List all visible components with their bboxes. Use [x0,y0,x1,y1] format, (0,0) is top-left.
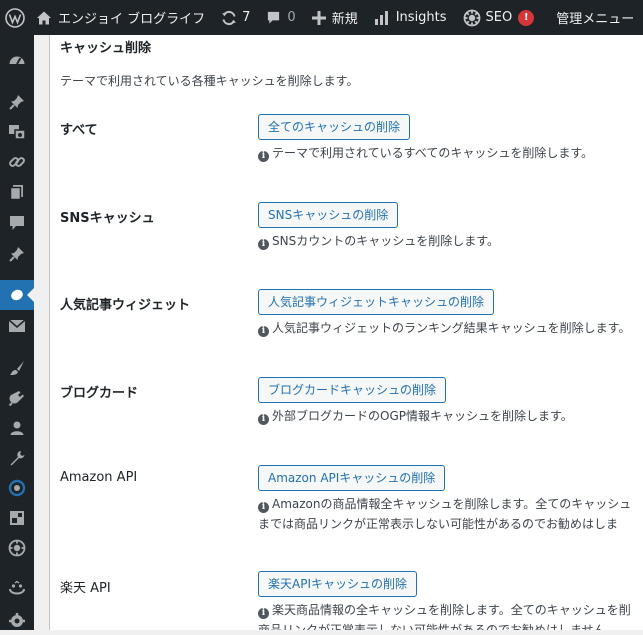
tools-icon[interactable] [0,443,34,473]
row-label-rakuten-api: 楽天 API [60,581,111,596]
note-rakuten-api-line1: 楽天商品情報の全キャッシュを削除します。全てのキャッシュを削 [272,603,631,617]
comments-icon[interactable] [0,208,34,238]
row-label-amazon-api: Amazon API [60,470,138,485]
seo-icon[interactable] [0,533,34,563]
delete-amazon-api-cache-button[interactable]: Amazon APIキャッシュの削除 [258,465,446,491]
plugins-icon[interactable] [0,383,34,413]
links-icon[interactable] [0,147,34,177]
updates-link[interactable]: 7 [215,0,256,35]
note-blogcard: i 外部ブログカードのOGP情報キャッシュを削除します。 [258,406,573,426]
dashboard-icon[interactable] [0,46,34,76]
insights-link[interactable]: Insights [368,0,453,35]
pages-icon[interactable] [0,177,34,207]
note-popular-widget-text: 人気記事ウィジェットのランキング結果キャッシュを削除します。 [272,321,631,335]
bar-chart-icon [374,10,390,26]
note-rakuten-api-line2: 商品リンクが正常表示しない可能性があるのでお勧めはしません。 [258,623,618,630]
cache-settings-panel: キャッシュ削除 テーマで利用されている各種キャッシュを削除します。 すべて 全て… [49,35,643,630]
note-popular-widget: i 人気記事ウィジェットのランキング結果キャッシュを削除します。 [258,318,630,338]
row-label-sns: SNSキャッシュ [60,211,155,226]
plus-icon [311,10,326,25]
comments-count: 0 [287,10,296,25]
media-icon[interactable] [0,117,34,147]
smile-icon[interactable] [0,575,34,605]
note-amazon-api-line1: Amazonの商品情報全キャッシュを削除します。全てのキャッシュ [272,497,632,511]
note-rakuten-api: i 楽天商品情報の全キャッシュを削除します。全てのキャッシュを削 商品リンクが正常… [258,600,631,630]
insights-icon[interactable] [0,473,34,503]
section-description: テーマで利用されている各種キャッシュを削除します。 [60,74,359,88]
admin-bar: エンジョイ ブログライフ 7 0 新規 Insights SEO ! 管理メニュ… [0,0,643,35]
info-icon: i [258,326,269,337]
mail-icon[interactable] [0,311,34,341]
seo-gear-icon [463,9,481,27]
delete-all-cache-button[interactable]: 全てのキャッシュの削除 [258,114,411,140]
new-content-link[interactable]: 新規 [306,0,364,35]
blocks-icon[interactable] [0,503,34,533]
info-icon: i [258,151,269,162]
comments-link[interactable]: 0 [260,0,301,35]
row-label-popular-widget: 人気記事ウィジェット [60,298,191,313]
insights-label: Insights [395,10,447,25]
note-amazon-api-line2: までは商品リンクが正常表示しない可能性があるのでお勧めはしま [258,517,619,531]
delete-sns-cache-button[interactable]: SNSキャッシュの削除 [258,202,399,228]
note-sns-text: SNSカウントのキャッシュを削除します。 [272,234,500,248]
note-amazon-api: i Amazonの商品情報全キャッシュを削除します。全てのキャッシュ までは商品リ… [258,494,631,534]
delete-rakuten-api-cache-button[interactable]: 楽天APIキャッシュの削除 [258,571,417,597]
cocoon-icon[interactable] [0,280,34,310]
note-all-text: テーマで利用されているすべてのキャッシュを削除します。 [272,146,594,160]
delete-popular-widget-cache-button[interactable]: 人気記事ウィジェットキャッシュの削除 [258,289,495,315]
seo-link[interactable]: SEO ! [457,0,541,35]
note-sns: i SNSカウントのキャッシュを削除します。 [258,231,499,251]
users-icon[interactable] [0,413,34,443]
admin-sidebar [0,35,34,630]
updates-count: 7 [242,10,251,25]
seo-label: SEO [485,10,513,25]
updates-icon [221,10,237,26]
home-icon [36,10,52,26]
pin-icon[interactable] [0,87,34,117]
settings-icon[interactable] [0,605,34,635]
info-icon: i [258,414,269,425]
site-name: エンジョイ ブログライフ [58,12,206,27]
row-label-all: すべて [60,123,98,138]
site-name-link[interactable]: エンジョイ ブログライフ [30,0,211,35]
admin-menu-link[interactable]: 管理メニュー [550,0,640,35]
appearance-icon[interactable] [0,353,34,383]
info-icon: i [258,502,269,513]
admin-menu-label: 管理メニュー [556,12,635,27]
seo-notification-badge: ! [518,9,535,26]
info-icon: i [258,608,269,619]
pin-icon-2[interactable] [0,239,34,269]
section-title: キャッシュ削除 [60,41,152,56]
note-all: i テーマで利用されているすべてのキャッシュを削除します。 [258,143,593,163]
new-label: 新規 [331,12,358,27]
wordpress-logo-icon[interactable] [0,0,30,35]
info-icon: i [258,239,269,250]
comment-icon [266,10,281,25]
row-label-blogcard: ブログカード [60,386,139,401]
note-blogcard-text: 外部ブログカードのOGP情報キャッシュを削除します。 [272,409,573,423]
delete-blogcard-cache-button[interactable]: ブログカードキャッシュの削除 [258,377,447,403]
